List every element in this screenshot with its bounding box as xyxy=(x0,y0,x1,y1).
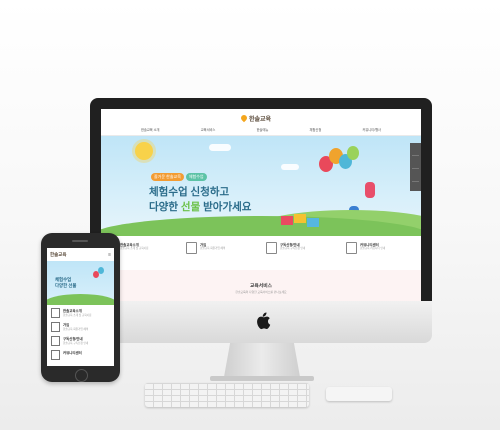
nav-item-intro[interactable]: 한솔교육 소개 xyxy=(141,127,159,132)
phone-home-button[interactable] xyxy=(75,369,88,382)
nav-item-service[interactable]: 교육서비스 xyxy=(201,127,216,132)
document-icon xyxy=(51,308,60,318)
gift-icon xyxy=(281,216,293,225)
clipboard-icon xyxy=(51,350,60,360)
menu-icon[interactable]: ≡ xyxy=(108,252,111,258)
keyboard xyxy=(145,383,309,407)
list-item[interactable]: 커뮤니티센터 xyxy=(51,350,110,360)
feature-desc: 한솔교육 커뮤니티 안내 xyxy=(360,247,386,250)
mobile-header: 한솔교육 ≡ xyxy=(47,248,114,261)
section-title: 교육서비스 xyxy=(249,284,273,289)
feature-row: 한솔교육소개 한솔교육 소개 및 교육이념 가입 한솔교육 회원가입 혜택 구독신청… xyxy=(101,236,421,270)
calendar-icon xyxy=(51,336,60,346)
imac-base xyxy=(210,376,314,381)
section-subtitle: 한솔교육의 다양한 교육서비스를 만나보세요 xyxy=(235,290,287,294)
feature-desc: 한솔교육 구독신청 안내 xyxy=(280,247,306,250)
gift-icon xyxy=(307,218,319,227)
list-item-desc: 한솔교육 회원가입 혜택 xyxy=(63,328,89,331)
phone-speaker xyxy=(72,240,88,242)
list-item[interactable]: 한솔교육소개 한솔교육 소개 및 교육이념 xyxy=(51,308,110,318)
list-item[interactable]: 구독신청/안내 한솔교육 구독신청 안내 xyxy=(51,336,110,346)
logo-mark-icon xyxy=(239,113,249,123)
balloon-icon xyxy=(347,146,359,160)
hero-headline-2: 다양한 선물 받아가세요 xyxy=(149,199,251,214)
mobile-hero-text: 체험수업 다양한 선물 xyxy=(55,277,76,289)
hero-badges: 즐거운 한솔교육 체험수업 xyxy=(151,173,207,181)
mobile-feature-list: 한솔교육소개 한솔교육 소개 및 교육이념 가입 한솔교육 회원가입 혜택 구독신청… xyxy=(47,305,114,366)
feature-desc: 한솔교육 소개 및 교육이념 xyxy=(120,247,149,250)
sun-icon xyxy=(135,142,153,160)
site-nav: 한솔교육 소개 교육서비스 한솔매뉴 체험신청 커뮤니티/행사 xyxy=(141,127,381,132)
clipboard-icon xyxy=(346,242,357,254)
hero-headline-1: 체험수업 신청하고 xyxy=(149,186,230,198)
quick-menu-item[interactable] xyxy=(412,171,419,182)
phone-screen: 한솔교육 ≡ 체험수업 다양한 선물 한솔교육소개 한솔교육 소개 및 교육이념 … xyxy=(47,248,114,366)
list-item-title: 커뮤니티센터 xyxy=(63,351,82,355)
hero-headline-2-post: 받아가세요 xyxy=(200,201,252,213)
hero-badge-primary: 즐거운 한솔교육 xyxy=(151,173,184,181)
list-item-desc: 한솔교육 구독신청 안내 xyxy=(63,342,89,345)
mobile-hero-line-2: 다양한 선물 xyxy=(55,283,77,288)
hero-badge-secondary: 체험수업 xyxy=(185,173,207,181)
apple-logo-icon xyxy=(257,312,271,330)
gift-icon xyxy=(294,214,306,223)
child-illustration-icon xyxy=(365,182,375,198)
document-icon xyxy=(51,322,60,332)
quick-menu-item[interactable] xyxy=(412,158,419,169)
site-logo[interactable]: 한솔교육 xyxy=(239,113,272,123)
imac-stand xyxy=(224,343,300,377)
feature-desc: 한솔교육 회원가입 혜택 xyxy=(200,247,226,250)
feature-item[interactable]: 커뮤니티센터 한솔교육 커뮤니티 안내 xyxy=(346,242,416,254)
logo-text: 한솔교육 xyxy=(249,116,272,123)
quick-menu-item[interactable] xyxy=(412,145,419,156)
cloud-icon xyxy=(281,164,299,170)
list-item-desc: 한솔교육 소개 및 교육이념 xyxy=(63,314,92,317)
hero-headline-2-highlight: 선물 xyxy=(180,201,201,213)
document-icon xyxy=(186,242,197,254)
feature-item[interactable]: 가입 한솔교육 회원가입 혜택 xyxy=(186,242,256,254)
balloon-icon xyxy=(98,267,104,274)
nav-item-menu[interactable]: 한솔매뉴 xyxy=(257,127,269,132)
feature-item[interactable]: 구독신청/안내 한솔교육 구독신청 안내 xyxy=(266,242,336,254)
quick-menu[interactable] xyxy=(410,143,421,191)
magic-trackpad xyxy=(326,387,392,401)
hero-headline-2-pre: 다양한 xyxy=(149,201,181,213)
hero-banner[interactable]: 즐거운 한솔교육 체험수업 체험수업 신청하고 다양한 선물 받아가세요 xyxy=(101,136,421,236)
nav-item-community[interactable]: 커뮤니티/행사 xyxy=(363,127,381,132)
service-section: 교육서비스 한솔교육의 다양한 교육서비스를 만나보세요 xyxy=(101,270,421,301)
nav-item-apply[interactable]: 체험신청 xyxy=(310,127,322,132)
calendar-icon xyxy=(266,242,277,254)
mobile-hero[interactable]: 체험수업 다양한 선물 xyxy=(47,261,114,305)
list-item[interactable]: 가입 한솔교육 회원가입 혜택 xyxy=(51,322,110,332)
imac-screen: 한솔교육 한솔교육 소개 교육서비스 한솔매뉴 체험신청 커뮤니티/행사 즐거운… xyxy=(101,109,421,301)
cloud-icon xyxy=(209,144,231,151)
hill-shape xyxy=(47,294,114,305)
mobile-logo[interactable]: 한솔교육 xyxy=(50,252,67,258)
